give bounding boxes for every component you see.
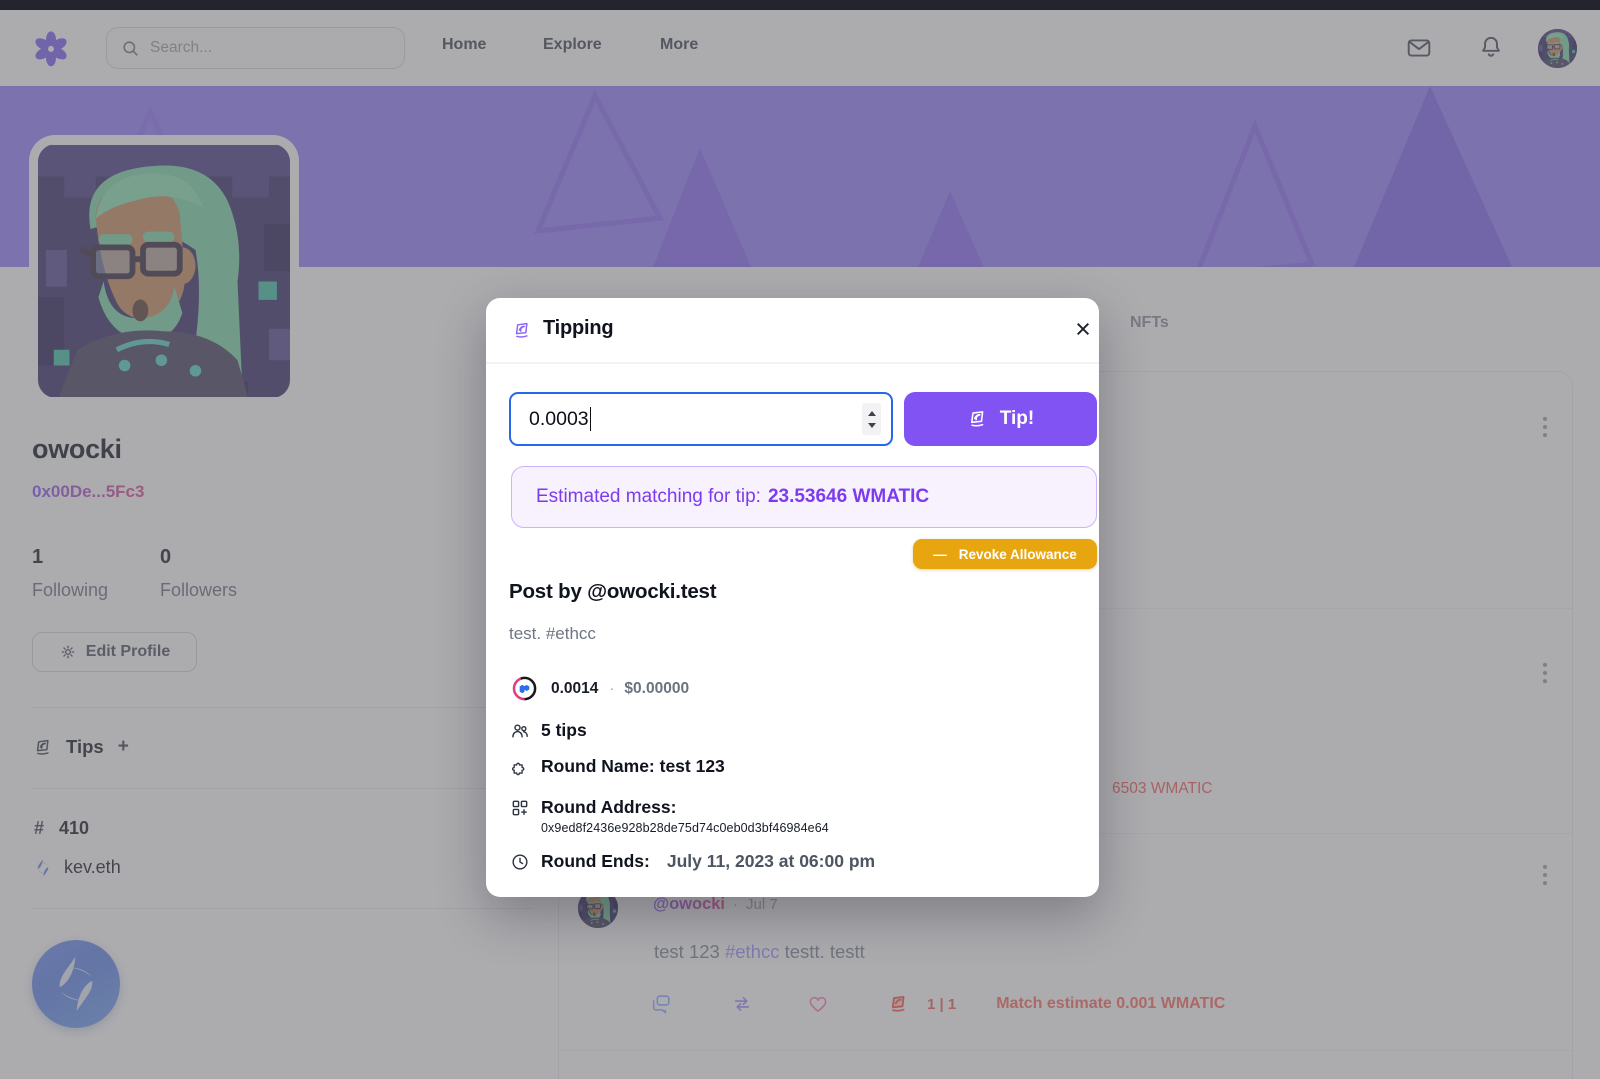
round-ends-label: Round Ends: — [541, 851, 650, 872]
tip-icon — [512, 320, 533, 341]
divider — [486, 362, 1099, 364]
tips-count-row: 5 tips — [510, 720, 587, 741]
wmatic-token-icon — [511, 675, 538, 702]
clock-icon — [510, 852, 530, 872]
matching-prefix: Estimated matching for tip: — [536, 486, 761, 508]
window-top-strip — [0, 0, 1600, 10]
round-address-value: 0x9ed8f2436e928b28de75d74c0eb0d3bf46984e… — [541, 821, 829, 835]
tipping-modal: Tipping × 0.0003 Tip! Estimated matching… — [486, 298, 1099, 897]
revoke-allowance-label: Revoke Allowance — [959, 547, 1077, 562]
usd-value: $0.00000 — [624, 680, 689, 698]
round-name: Round Name: test 123 — [541, 756, 725, 777]
tip-amount-value: 0.0003 — [529, 408, 589, 431]
modal-title: Tipping — [543, 317, 613, 340]
app-screen: Home Explore More owocki 0x00De...5Fc3 1 — [0, 0, 1600, 1079]
tip-icon — [967, 408, 989, 430]
post-by-heading: Post by @owocki.test — [509, 580, 716, 604]
round-ends-value: July 11, 2023 at 06:00 pm — [667, 851, 875, 872]
dot-separator: · — [609, 680, 614, 697]
revoke-allowance-button[interactable]: — Revoke Allowance — [913, 539, 1097, 569]
token-amount: 0.0014 — [551, 680, 598, 698]
stepper-down-icon[interactable] — [868, 423, 876, 428]
close-icon[interactable]: × — [1066, 312, 1100, 346]
tip-button-label: Tip! — [1000, 408, 1034, 430]
tips-count: 5 tips — [541, 720, 587, 741]
estimated-matching-box: Estimated matching for tip: 23.53646 WMA… — [511, 466, 1097, 528]
round-address-label: Round Address: — [541, 797, 676, 818]
token-amount-row: 0.0014 · $0.00000 — [511, 675, 689, 702]
puzzle-icon — [510, 757, 530, 777]
tipped-post-text: test. #ethcc — [509, 624, 596, 644]
people-icon — [510, 721, 530, 741]
tip-amount-input[interactable]: 0.0003 — [509, 392, 893, 446]
stepper-up-icon[interactable] — [868, 411, 876, 416]
round-address-row: Round Address: — [510, 797, 676, 818]
round-name-row: Round Name: test 123 — [510, 756, 725, 777]
tip-button[interactable]: Tip! — [904, 392, 1097, 446]
number-stepper[interactable] — [862, 403, 881, 435]
round-ends-row: Round Ends: July 11, 2023 at 06:00 pm — [510, 851, 875, 872]
grid-plus-icon — [510, 798, 530, 818]
matching-value: 23.53646 WMATIC — [768, 486, 929, 508]
minus-icon: — — [933, 547, 947, 562]
text-caret — [590, 407, 592, 431]
